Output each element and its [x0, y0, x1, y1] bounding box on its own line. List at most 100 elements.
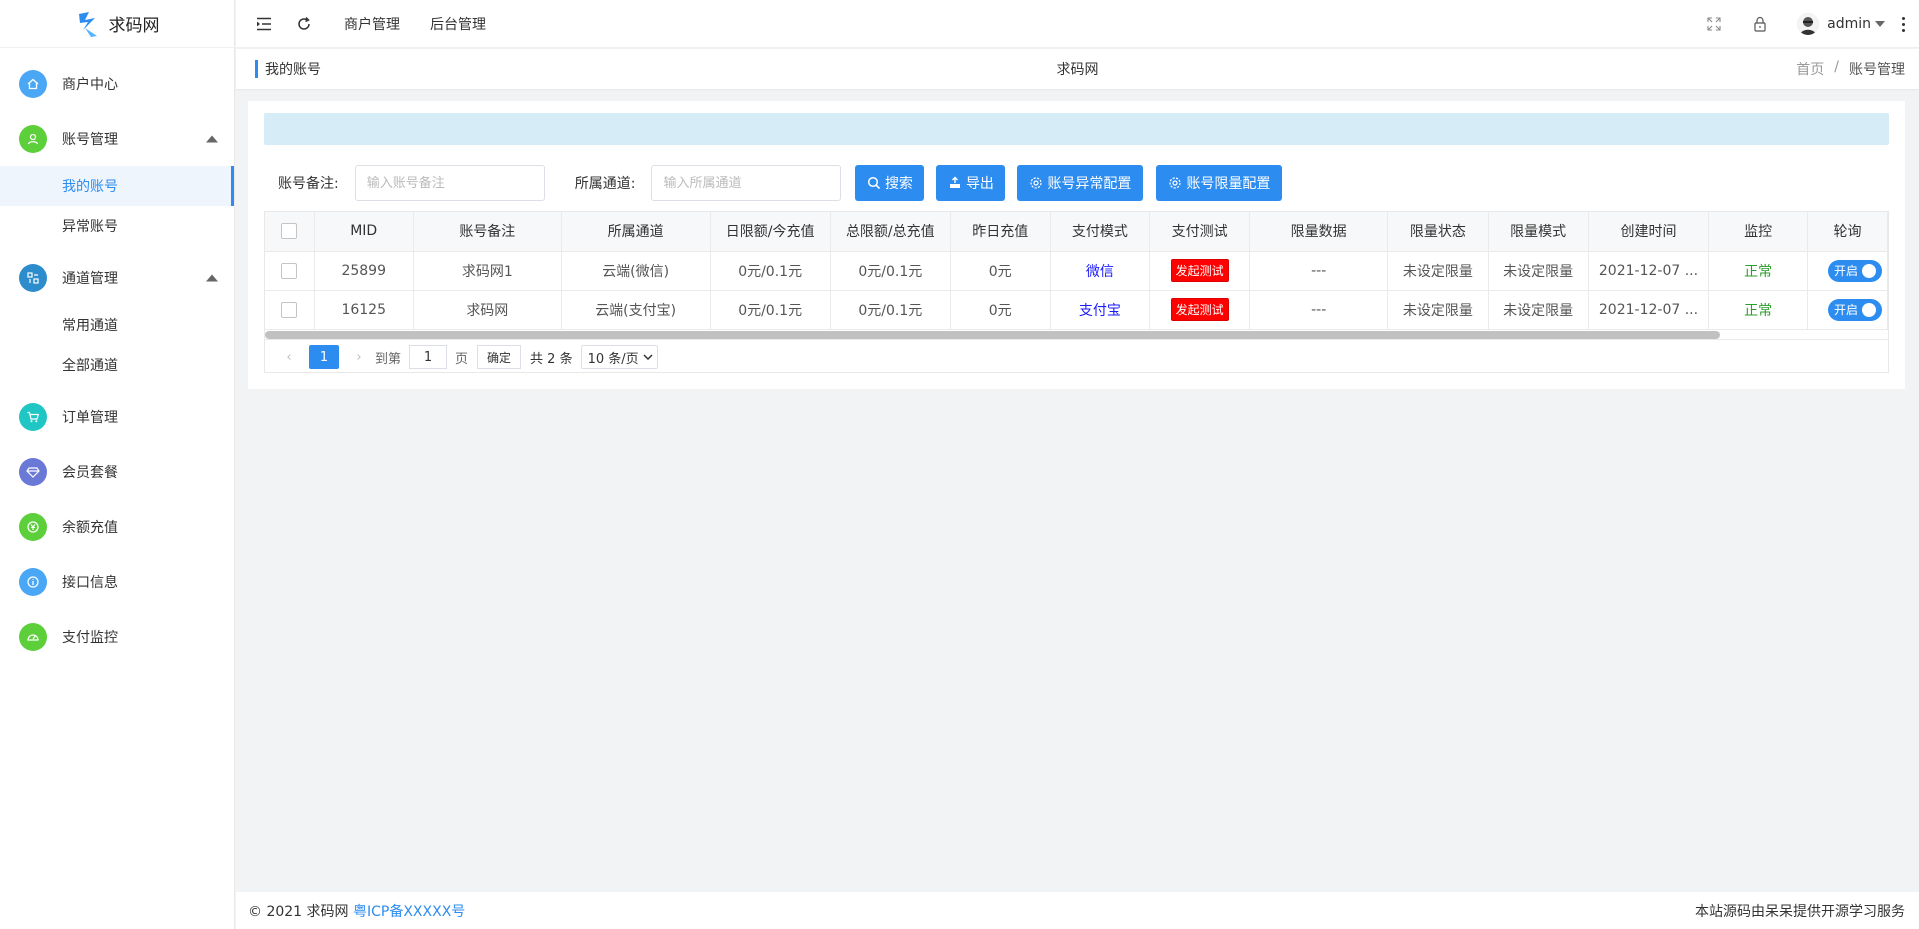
column-header[interactable]: 监控: [1708, 212, 1808, 252]
select-all-checkbox[interactable]: [281, 223, 298, 240]
page-size-select[interactable]: 10 条/页: [580, 345, 658, 369]
page-1-button[interactable]: 1: [309, 345, 339, 369]
column-header[interactable]: 总限额/总充值: [830, 212, 951, 252]
table-row[interactable]: 25899 求码网1 云端(微信) 0元/0.1元 0元/0.1元 0元 微信 …: [265, 251, 1888, 291]
sidebar-item-membership[interactable]: 会员套餐: [0, 444, 234, 499]
pay-mode-link[interactable]: 支付宝: [1079, 303, 1121, 319]
pay-test-button[interactable]: 发起测试: [1170, 259, 1229, 282]
total-count: 共 2 条: [530, 351, 573, 367]
poll-switch[interactable]: 开启: [1827, 298, 1882, 321]
chevron-up-icon: [206, 135, 218, 142]
breadcrumb-current: 账号管理: [1849, 62, 1905, 78]
column-header[interactable]: 轮询: [1807, 212, 1888, 252]
abnormal-config-button-label: 账号异常配置: [1047, 176, 1132, 192]
column-header[interactable]: 账号备注: [413, 212, 562, 252]
next-page-icon[interactable]: ›: [351, 349, 367, 365]
lock-icon[interactable]: [1751, 15, 1769, 33]
footer-right-text: 本站源码由呆呆提供开源学习服务: [1695, 903, 1905, 920]
column-header[interactable]: 限量模式: [1488, 212, 1589, 252]
cell-pay-mode: 微信: [1050, 251, 1151, 291]
monitor-status: 正常: [1744, 302, 1773, 319]
cell-created: 2021-12-07 ...: [1588, 290, 1710, 330]
row-select-cell[interactable]: [265, 290, 315, 330]
column-header[interactable]: 支付测试: [1149, 212, 1251, 252]
cell-limit-status: 未设定限量: [1387, 251, 1489, 291]
sidebar-subitem-abnormal-account[interactable]: 异常账号: [0, 206, 234, 246]
caret-down-icon: [1875, 21, 1885, 27]
row-select-cell[interactable]: [265, 251, 315, 291]
goto-label: 到第: [375, 351, 402, 367]
top-link-merchant[interactable]: 商户管理: [344, 14, 400, 34]
table-row[interactable]: 16125 求码网 云端(支付宝) 0元/0.1元 0元/0.1元 0元 支付宝…: [265, 290, 1888, 330]
logo[interactable]: 求码网: [0, 0, 234, 48]
monitor-status: 正常: [1744, 263, 1773, 280]
column-header[interactable]: 昨日充值: [950, 212, 1051, 252]
goto-confirm-button[interactable]: 确定: [477, 345, 522, 369]
sidebar-subitem-common-channel[interactable]: 常用通道: [0, 305, 234, 345]
horizontal-scrollbar[interactable]: [265, 331, 1720, 339]
cell-yesterday: 0元: [950, 290, 1051, 330]
column-header[interactable]: 支付模式: [1050, 212, 1151, 252]
poll-switch[interactable]: 开启: [1827, 259, 1882, 282]
export-button[interactable]: 导出: [936, 165, 1006, 201]
row-checkbox[interactable]: [281, 262, 298, 279]
logo-icon: [78, 11, 97, 37]
sidebar-item-channel-management[interactable]: 通道管理: [0, 250, 234, 305]
diamond-icon: [19, 457, 47, 486]
sidebar-subitem-my-account[interactable]: 我的账号: [0, 166, 234, 206]
cell-created: 2021-12-07 ...: [1588, 251, 1710, 291]
row-checkbox[interactable]: [281, 301, 298, 318]
select-all-cell[interactable]: [265, 212, 315, 252]
column-header[interactable]: 创建时间: [1588, 212, 1710, 252]
sidebar-item-merchant-center[interactable]: 商户中心: [0, 56, 234, 111]
search-button[interactable]: 搜索: [855, 165, 925, 201]
recharge-icon: [19, 512, 47, 541]
user-menu[interactable]: admin: [1797, 13, 1885, 35]
cell-daily: 0元/0.1元: [710, 290, 831, 330]
channel-input[interactable]: [651, 165, 842, 201]
column-header[interactable]: 日限额/今充值: [710, 212, 831, 252]
pay-test-button[interactable]: 发起测试: [1170, 298, 1229, 321]
column-header[interactable]: 限量数据: [1249, 212, 1389, 252]
column-header[interactable]: 所属通道: [561, 212, 711, 252]
chevron-down-icon: [643, 354, 653, 360]
breadcrumb-home[interactable]: 首页: [1796, 59, 1824, 79]
top-link-admin[interactable]: 后台管理: [430, 14, 486, 34]
abnormal-config-button[interactable]: 账号异常配置: [1017, 165, 1144, 201]
cell-limit-mode: 未设定限量: [1488, 251, 1589, 291]
search-icon: [867, 176, 881, 190]
sidebar-item-label: 余额充值: [62, 519, 118, 536]
sidebar-item-orders[interactable]: 订单管理: [0, 389, 234, 444]
breadcrumb-separator: /: [1834, 59, 1839, 75]
sidebar-subitem-all-channel[interactable]: 全部通道: [0, 345, 234, 385]
page-size-value: 10 条/页: [587, 351, 639, 367]
menu-fold-icon[interactable]: [254, 14, 274, 34]
cell-monitor: 正常: [1708, 290, 1808, 330]
poll-switch-label: 开启: [1833, 303, 1858, 317]
sidebar-item-recharge[interactable]: 余额充值: [0, 499, 234, 554]
sidebar-item-account-management[interactable]: 账号管理: [0, 111, 234, 166]
limit-config-button[interactable]: 账号限量配置: [1156, 165, 1283, 201]
column-header[interactable]: 限量状态: [1387, 212, 1489, 252]
sidebar-item-pay-monitor[interactable]: 支付监控: [0, 609, 234, 664]
cell-limit-status: 未设定限量: [1387, 290, 1489, 330]
fullscreen-icon[interactable]: [1705, 15, 1723, 33]
copyright-text: © 2021 求码网: [248, 903, 349, 920]
pay-mode-link[interactable]: 微信: [1086, 264, 1114, 280]
refresh-icon[interactable]: [294, 14, 314, 34]
sidebar-item-label: 接口信息: [62, 574, 118, 591]
cell-channel: 云端(支付宝): [561, 290, 711, 330]
column-header[interactable]: MID: [314, 212, 414, 252]
remark-input[interactable]: [354, 165, 545, 201]
search-button-label: 搜索: [884, 176, 913, 192]
sidebar-item-label: 会员套餐: [62, 464, 118, 481]
more-vertical-icon[interactable]: [1901, 16, 1905, 32]
icp-link[interactable]: 粤ICP备XXXXX号: [353, 904, 465, 920]
export-button-label: 导出: [965, 176, 994, 192]
sidebar-item-api-info[interactable]: 接口信息: [0, 554, 234, 609]
cell-limit-data: ---: [1249, 251, 1389, 291]
sidebar-item-label: 账号管理: [62, 131, 118, 148]
goto-page-input[interactable]: [409, 345, 448, 369]
prev-page-icon[interactable]: ‹: [281, 349, 297, 365]
cell-pay-test: 发起测试: [1149, 290, 1251, 330]
